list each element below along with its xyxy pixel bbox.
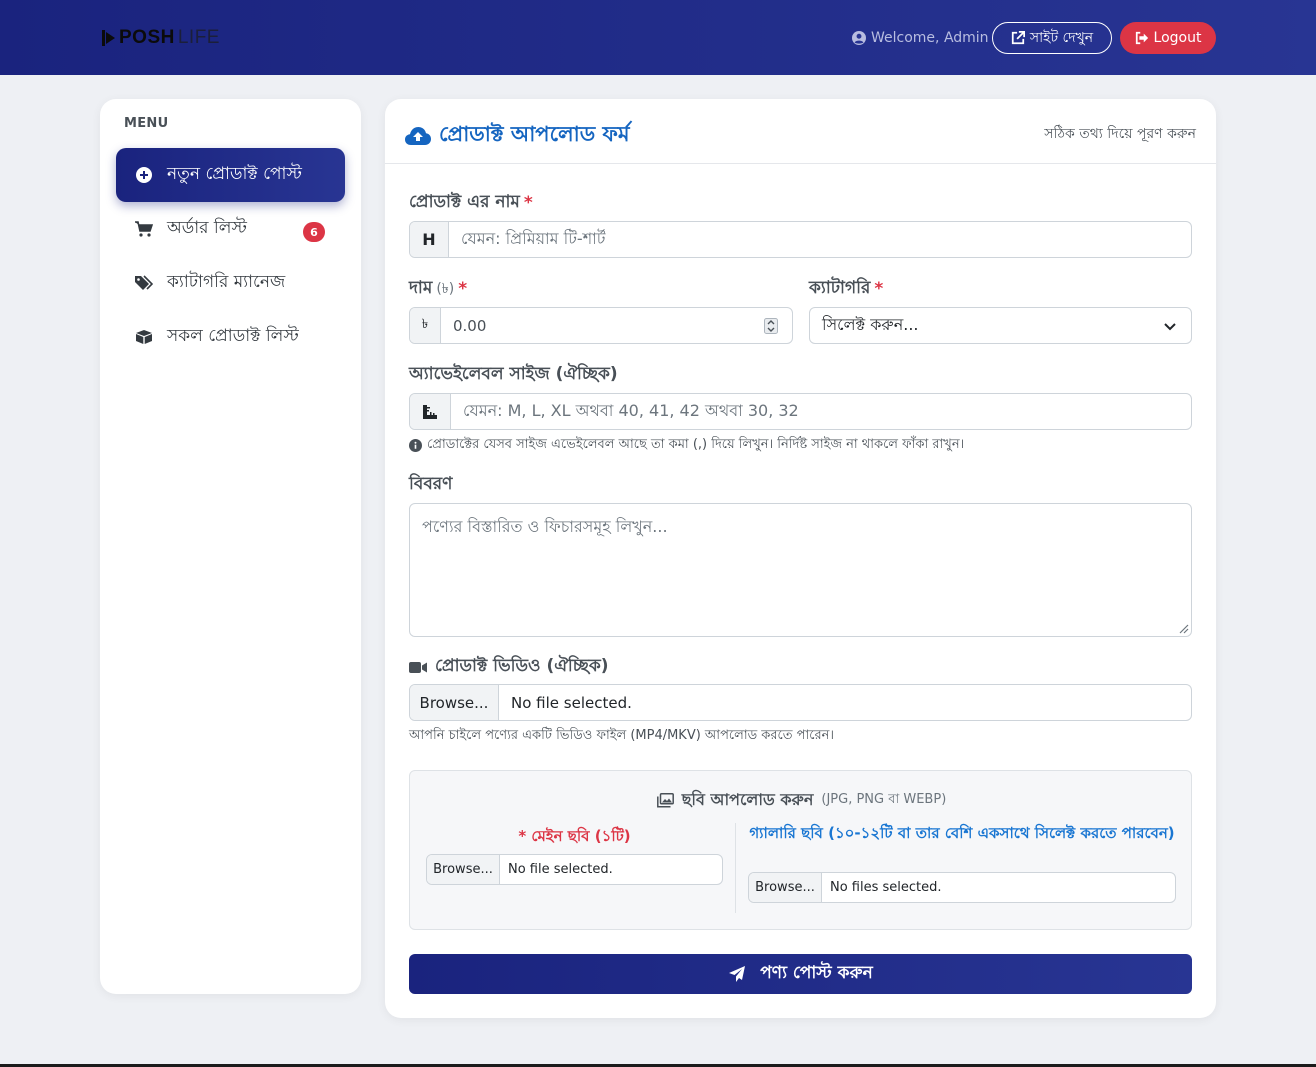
images-icon (656, 793, 674, 808)
number-spinner-icon[interactable] (764, 318, 778, 334)
product-name-input[interactable]: যেমন: প্রিমিয়াম টি-শার্ট (449, 222, 1191, 257)
logout-label: Logout (1153, 30, 1202, 46)
description-label: বিবরণ (409, 474, 453, 494)
gallery-image-label: গ্যালারি ছবি (১০-১২টি বা তার বেশি একসাথে… (749, 824, 1175, 842)
submit-label: পণ্য পোস্ট করুন (760, 963, 873, 983)
price-input[interactable]: 0.00 (441, 308, 792, 343)
column-divider (735, 823, 736, 913)
size-label: অ্যাভেইলেবল সাইজ (ঐচ্ছিক) (409, 364, 618, 384)
order-count-badge: 6 (303, 222, 325, 242)
boxes-icon (135, 328, 153, 346)
heading-icon: H (410, 222, 449, 257)
main-image-browse-button[interactable]: Browse... (427, 855, 500, 884)
menu-title: MENU (124, 116, 169, 131)
size-help-text: প্রোডাক্টের যেসব সাইজ এভেইলেবল আছে তা কম… (409, 435, 964, 456)
chevron-down-icon (1164, 323, 1176, 331)
image-upload-title: ছবি আপলোড করুন (JPG, PNG বা WEBP) (410, 787, 1193, 814)
sidebar: MENU নতুন প্রোডাক্ট পোস্ট অর্ডার লিস্ট 6 (100, 99, 361, 994)
image-upload-section: ছবি আপলোড করুন (JPG, PNG বা WEBP) * মেইন… (409, 770, 1192, 930)
logout-icon (1135, 31, 1148, 45)
sidebar-item-orders[interactable]: অর্ডার লিস্ট 6 (116, 202, 345, 256)
video-file-input[interactable]: Browse... No file selected. (409, 684, 1192, 721)
product-name-label: প্রোডাক্ট এর নাম * (409, 189, 533, 217)
view-site-label: সাইট দেখুন (1029, 30, 1094, 46)
sidebar-item-category[interactable]: ক্যাটাগরি ম্যানেজ (116, 256, 345, 310)
video-label-text: প্রোডাক্ট ভিডিও (ঐচ্ছিক) (435, 656, 609, 676)
sidebar-item-label: নতুন প্রোডাক্ট পোস্ট (167, 164, 302, 184)
price-label: দাম (৳) * (409, 275, 467, 303)
upload-form-card: প্রোডাক্ট আপলোড ফর্ম সঠিক তথ্য দিয়ে পূর… (385, 99, 1216, 1018)
paper-plane-icon (729, 966, 746, 982)
cart-icon (135, 220, 153, 238)
cloud-upload-icon (405, 126, 431, 145)
tags-icon (135, 274, 153, 292)
category-label: ক্যাটাগরি * (809, 275, 883, 303)
category-select[interactable]: সিলেক্ট করুন... (809, 307, 1192, 344)
brand-name-part1: POSH (119, 27, 175, 48)
form-title: প্রোডাক্ট আপলোড ফর্ম (405, 118, 630, 153)
main-image-label: * মেইন ছবি (১টি) (518, 827, 631, 845)
resize-handle-icon[interactable] (1177, 622, 1189, 634)
gallery-browse-button[interactable]: Browse... (749, 873, 822, 902)
external-link-icon (1011, 31, 1025, 45)
video-camera-icon (409, 661, 427, 673)
plus-circle-icon (135, 166, 153, 184)
category-select-value: সিলেক্ট করুন... (822, 315, 919, 334)
price-field[interactable]: ৳ 0.00 (409, 307, 793, 344)
description-placeholder: পণ্যের বিস্তারিত ও ফিচারসমূহ লিখুন... (422, 517, 668, 536)
sidebar-item-label: সকল প্রোডাক্ট লিস্ট (167, 326, 299, 346)
info-circle-icon (409, 439, 422, 452)
image-formats: (JPG, PNG বা WEBP) (821, 792, 947, 807)
sidebar-item-label: অর্ডার লিস্ট (167, 218, 247, 238)
video-label: প্রোডাক্ট ভিডিও (ঐচ্ছিক) (409, 653, 609, 681)
main-image-file-input[interactable]: Browse... No file selected. (426, 854, 723, 885)
form-hint: সঠিক তথ্য দিয়ে পূরণ করুন (1044, 126, 1196, 142)
welcome-label: Welcome, Admin (871, 30, 989, 46)
taka-addon: ৳ (410, 308, 441, 343)
required-mark: * (458, 279, 468, 299)
size-input[interactable]: যেমন: M, L, XL অথবা 40, 41, 42 অথবা 30, … (451, 394, 1191, 429)
product-name-label-text: প্রোডাক্ট এর নাম (409, 192, 520, 212)
sidebar-item-label: ক্যাটাগরি ম্যানেজ (167, 272, 286, 292)
welcome-text: Welcome, Admin (852, 30, 989, 46)
product-name-field[interactable]: H যেমন: প্রিমিয়াম টি-শার্ট (409, 221, 1192, 258)
top-navbar: POSH LIFE Welcome, Admin সাইট দেখুন Logou… (0, 0, 1316, 75)
category-label-text: ক্যাটাগরি (809, 278, 871, 298)
required-mark: * (523, 193, 533, 213)
sidebar-item-new-product[interactable]: নতুন প্রোডাক্ট পোস্ট (116, 148, 345, 202)
required-mark: * (874, 279, 884, 299)
image-upload-title-text: ছবি আপলোড করুন (681, 790, 814, 809)
sidebar-item-all-products[interactable]: সকল প্রোডাক্ট লিস্ট (116, 310, 345, 364)
price-label-text: দাম (409, 278, 433, 298)
gallery-file-name: No files selected. (830, 880, 942, 895)
video-file-name: No file selected. (511, 693, 632, 712)
size-field[interactable]: যেমন: M, L, XL অথবা 40, 41, 42 অথবা 30, … (409, 393, 1192, 430)
form-title-text: প্রোডাক্ট আপলোড ফর্ম (439, 122, 630, 146)
brand-logo[interactable]: POSH LIFE (102, 27, 220, 49)
brand-name-part2: LIFE (177, 27, 220, 48)
description-textarea[interactable]: পণ্যের বিস্তারিত ও ফিচারসমূহ লিখুন... (409, 503, 1192, 637)
video-browse-button[interactable]: Browse... (410, 685, 499, 720)
video-help-text: আপনি চাইলে পণ্যের একটি ভিডিও ফাইল (MP4/M… (409, 728, 835, 743)
main-image-file-name: No file selected. (508, 862, 613, 877)
brand-play-icon (102, 30, 115, 46)
ruler-icon (410, 394, 451, 429)
card-header: প্রোডাক্ট আপলোড ফর্ম সঠিক তথ্য দিয়ে পূর… (385, 99, 1216, 164)
user-circle-icon (852, 31, 866, 45)
size-help-label: প্রোডাক্টের যেসব সাইজ এভেইলেবল আছে তা কম… (427, 437, 965, 452)
price-unit: (৳) (436, 281, 455, 297)
gallery-file-input[interactable]: Browse... No files selected. (748, 872, 1176, 903)
submit-product-button[interactable]: পণ্য পোস্ট করুন (409, 954, 1192, 994)
logout-button[interactable]: Logout (1120, 22, 1216, 54)
view-site-button[interactable]: সাইট দেখুন (992, 22, 1112, 54)
